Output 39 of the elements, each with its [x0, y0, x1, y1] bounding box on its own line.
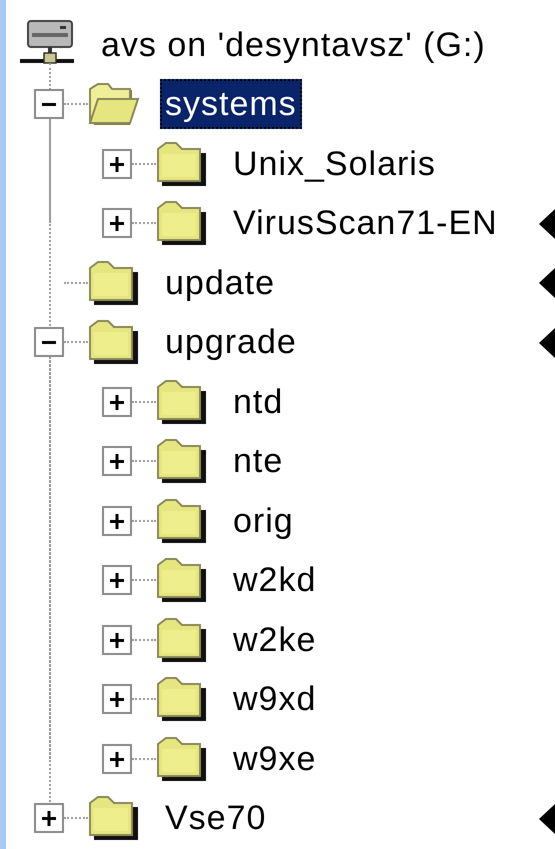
folder-label[interactable]: VirusScan71-EN — [228, 198, 503, 248]
folder-label[interactable]: ntd — [228, 376, 288, 427]
folder-label[interactable]: w9xd — [228, 674, 322, 724]
collapse-icon[interactable] — [34, 327, 64, 358]
folder-icon — [156, 200, 208, 246]
folder-icon — [88, 319, 140, 366]
folder-icon — [88, 795, 140, 842]
expand-icon[interactable] — [102, 744, 132, 774]
expand-icon[interactable] — [102, 208, 132, 238]
folder-label[interactable]: Vse70 — [160, 793, 272, 844]
folder-label[interactable]: orig — [228, 496, 299, 546]
folder-label[interactable]: nte — [228, 436, 288, 486]
expand-icon[interactable] — [102, 684, 132, 714]
folder-label[interactable]: Unix_Solaris — [228, 138, 441, 189]
expand-icon[interactable] — [102, 446, 132, 476]
folder-icon — [156, 616, 208, 663]
folder-icon — [156, 676, 208, 722]
expand-icon[interactable] — [102, 565, 132, 596]
folder-label[interactable]: update — [160, 258, 280, 308]
expand-icon[interactable] — [102, 386, 132, 417]
folder-icon — [88, 260, 140, 306]
open-folder-icon — [88, 81, 140, 128]
folder-label[interactable]: w2kd — [228, 555, 322, 606]
expand-icon[interactable] — [102, 506, 132, 536]
folder-icon — [156, 378, 208, 425]
expand-icon[interactable] — [102, 148, 132, 179]
folder-icon — [156, 438, 208, 484]
folder-label[interactable]: w9xe — [228, 734, 322, 784]
folder-label[interactable]: w2ke — [228, 614, 322, 665]
collapse-icon[interactable] — [34, 89, 64, 120]
folder-label[interactable]: systems — [160, 79, 302, 130]
drive-label[interactable]: avs on 'desyntavsz' (G:) — [96, 20, 491, 70]
folder-label[interactable]: upgrade — [160, 317, 302, 368]
folder-icon — [156, 736, 208, 782]
folder-icon — [156, 557, 208, 604]
folder-icon — [156, 140, 208, 187]
expand-icon[interactable] — [102, 624, 132, 655]
expand-icon[interactable] — [34, 803, 64, 834]
folder-icon — [156, 498, 208, 544]
